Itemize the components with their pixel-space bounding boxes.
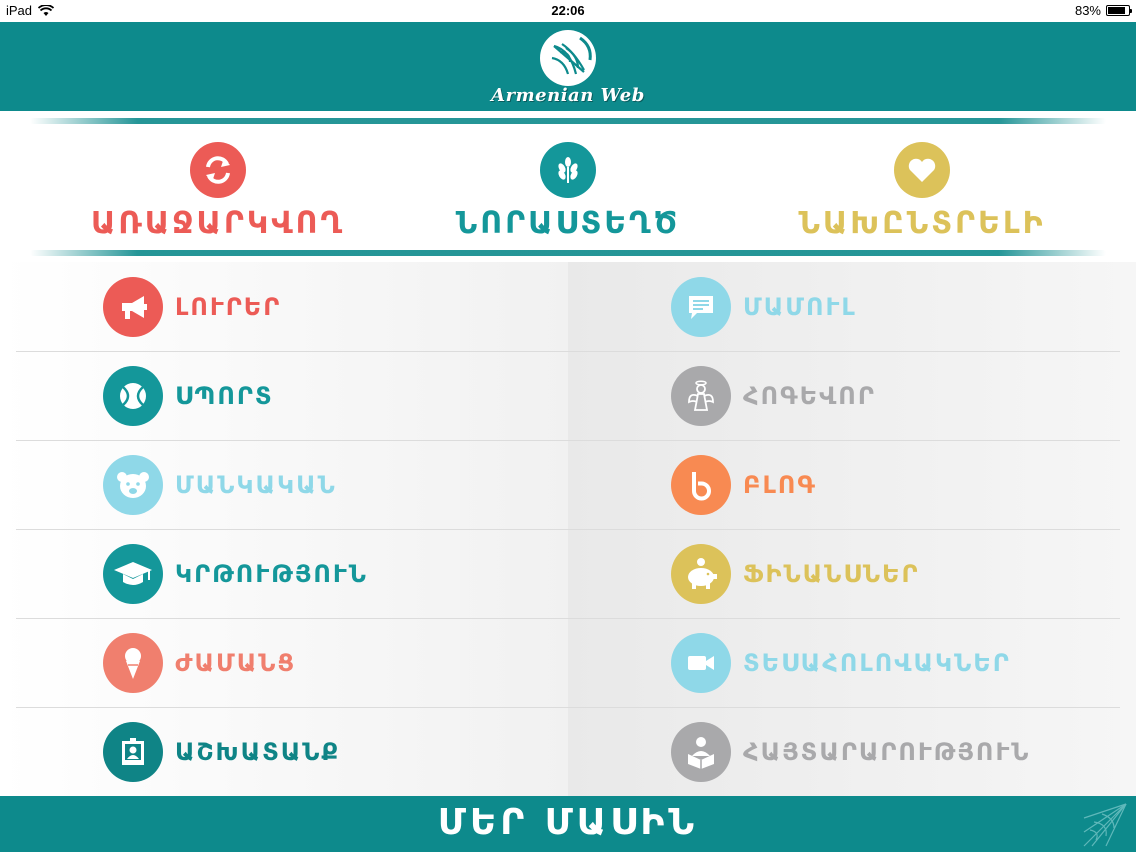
heart-icon bbox=[894, 142, 950, 198]
tennis-ball-icon bbox=[103, 365, 163, 426]
category-blog-label: ԲԼՈԳ bbox=[743, 470, 817, 499]
spider-web-icon bbox=[1083, 803, 1127, 847]
graduation-cap-icon bbox=[103, 543, 163, 604]
battery-icon bbox=[1106, 5, 1132, 16]
logo-text: Armenian Web bbox=[491, 85, 645, 106]
category-finance-label: ՖԻՆԱՆՍՆԵՐ bbox=[743, 559, 920, 588]
category-videos-label: ՏԵՍԱՀՈԼՈՎԱԿՆԵՐ bbox=[743, 648, 1011, 677]
blog-b-icon bbox=[671, 454, 731, 515]
spider-web-logo-icon[interactable] bbox=[540, 30, 596, 86]
category-news-label: ԼՈՒՐԵՐ bbox=[175, 292, 282, 321]
id-badge-icon bbox=[103, 721, 163, 782]
category-announcements-label: ՀԱՅՏԱՐԱՐՈՒԹՅՈՒՆ bbox=[743, 737, 1031, 766]
category-leisure-label: ԺԱՄԱՆՑ bbox=[175, 648, 297, 677]
piggy-bank-icon bbox=[671, 543, 731, 604]
tab-new-releases-label: ՆՈՐԱՍՏԵՂԾ bbox=[455, 206, 681, 241]
clock: 22:06 bbox=[551, 3, 585, 18]
speech-bubble-icon bbox=[671, 276, 731, 337]
category-sport[interactable]: ՍՊՈՐՏ bbox=[103, 351, 274, 440]
about-us-button[interactable]: ՄԵՐ ՄԱՍԻՆ bbox=[0, 796, 1136, 852]
battery-percent: 83% bbox=[1074, 3, 1101, 18]
row-divider bbox=[16, 351, 568, 352]
status-bar: iPad 22:06 83% bbox=[0, 0, 1136, 22]
category-videos[interactable]: ՏԵՍԱՀՈԼՈՎԱԿՆԵՐ bbox=[671, 618, 1011, 707]
teddy-bear-icon bbox=[103, 454, 163, 515]
refresh-icon bbox=[190, 142, 246, 198]
header-shadow-divider bbox=[30, 118, 1106, 124]
category-jobs-label: ԱՇԽԱՏԱՆՔ bbox=[175, 737, 341, 766]
tab-favorites[interactable]: ՆԱԽԸՆՏՐԵԼԻ bbox=[762, 142, 1082, 241]
tab-featured[interactable]: ԱՌԱՋԱՐԿՎՈՂ bbox=[58, 142, 378, 241]
category-spiritual-label: ՀՈԳԵՎՈՐ bbox=[743, 381, 876, 410]
category-education[interactable]: ԿՐԹՈՒԹՅՈՒՆ bbox=[103, 529, 368, 618]
category-education-label: ԿՐԹՈՒԹՅՈՒՆ bbox=[175, 559, 368, 588]
megaphone-icon bbox=[103, 276, 163, 337]
category-blog[interactable]: ԲԼՈԳ bbox=[671, 440, 817, 529]
category-kids[interactable]: ՄԱՆԿԱԿԱՆ bbox=[103, 440, 337, 529]
category-kids-label: ՄԱՆԿԱԿԱՆ bbox=[175, 470, 337, 499]
category-press[interactable]: ՄԱՄՈՒԼ bbox=[671, 262, 857, 351]
tab-favorites-label: ՆԱԽԸՆՏՐԵԼԻ bbox=[798, 206, 1046, 241]
reader-icon bbox=[671, 721, 731, 782]
app-header: Armenian Web bbox=[0, 22, 1136, 111]
category-spiritual[interactable]: ՀՈԳԵՎՈՐ bbox=[671, 351, 876, 440]
wheat-icon bbox=[540, 142, 596, 198]
category-finance[interactable]: ՖԻՆԱՆՍՆԵՐ bbox=[671, 529, 920, 618]
about-us-label: ՄԵՐ ՄԱՍԻՆ bbox=[437, 802, 699, 843]
category-sport-label: ՍՊՈՐՏ bbox=[175, 381, 274, 410]
category-leisure[interactable]: ԺԱՄԱՆՑ bbox=[103, 618, 296, 707]
tab-new-releases[interactable]: ՆՈՐԱՍՏԵՂԾ bbox=[408, 142, 728, 241]
category-jobs[interactable]: ԱՇԽԱՏԱՆՔ bbox=[103, 707, 340, 796]
tab-featured-label: ԱՌԱՋԱՐԿՎՈՂ bbox=[90, 206, 346, 241]
category-announcements[interactable]: ՀԱՅՏԱՐԱՐՈՒԹՅՈՒՆ bbox=[671, 707, 1030, 796]
ice-cream-icon bbox=[103, 632, 163, 693]
status-right: 83% bbox=[1074, 3, 1132, 18]
category-press-label: ՄԱՄՈՒԼ bbox=[743, 292, 857, 321]
categories-shadow-divider bbox=[30, 250, 1106, 256]
row-divider bbox=[568, 440, 1120, 441]
battery-fill bbox=[1108, 7, 1125, 14]
category-list: ԼՈՒՐԵՐ ՍՊՈՐՏ ՄԱՆԿԱԿԱՆ ԿՐԹՈՒԹՅՈՒՆ ԺԱՄԱՆՑ … bbox=[0, 262, 1136, 796]
video-camera-icon bbox=[671, 632, 731, 693]
category-news[interactable]: ԼՈՒՐԵՐ bbox=[103, 262, 281, 351]
angel-icon bbox=[671, 365, 731, 426]
